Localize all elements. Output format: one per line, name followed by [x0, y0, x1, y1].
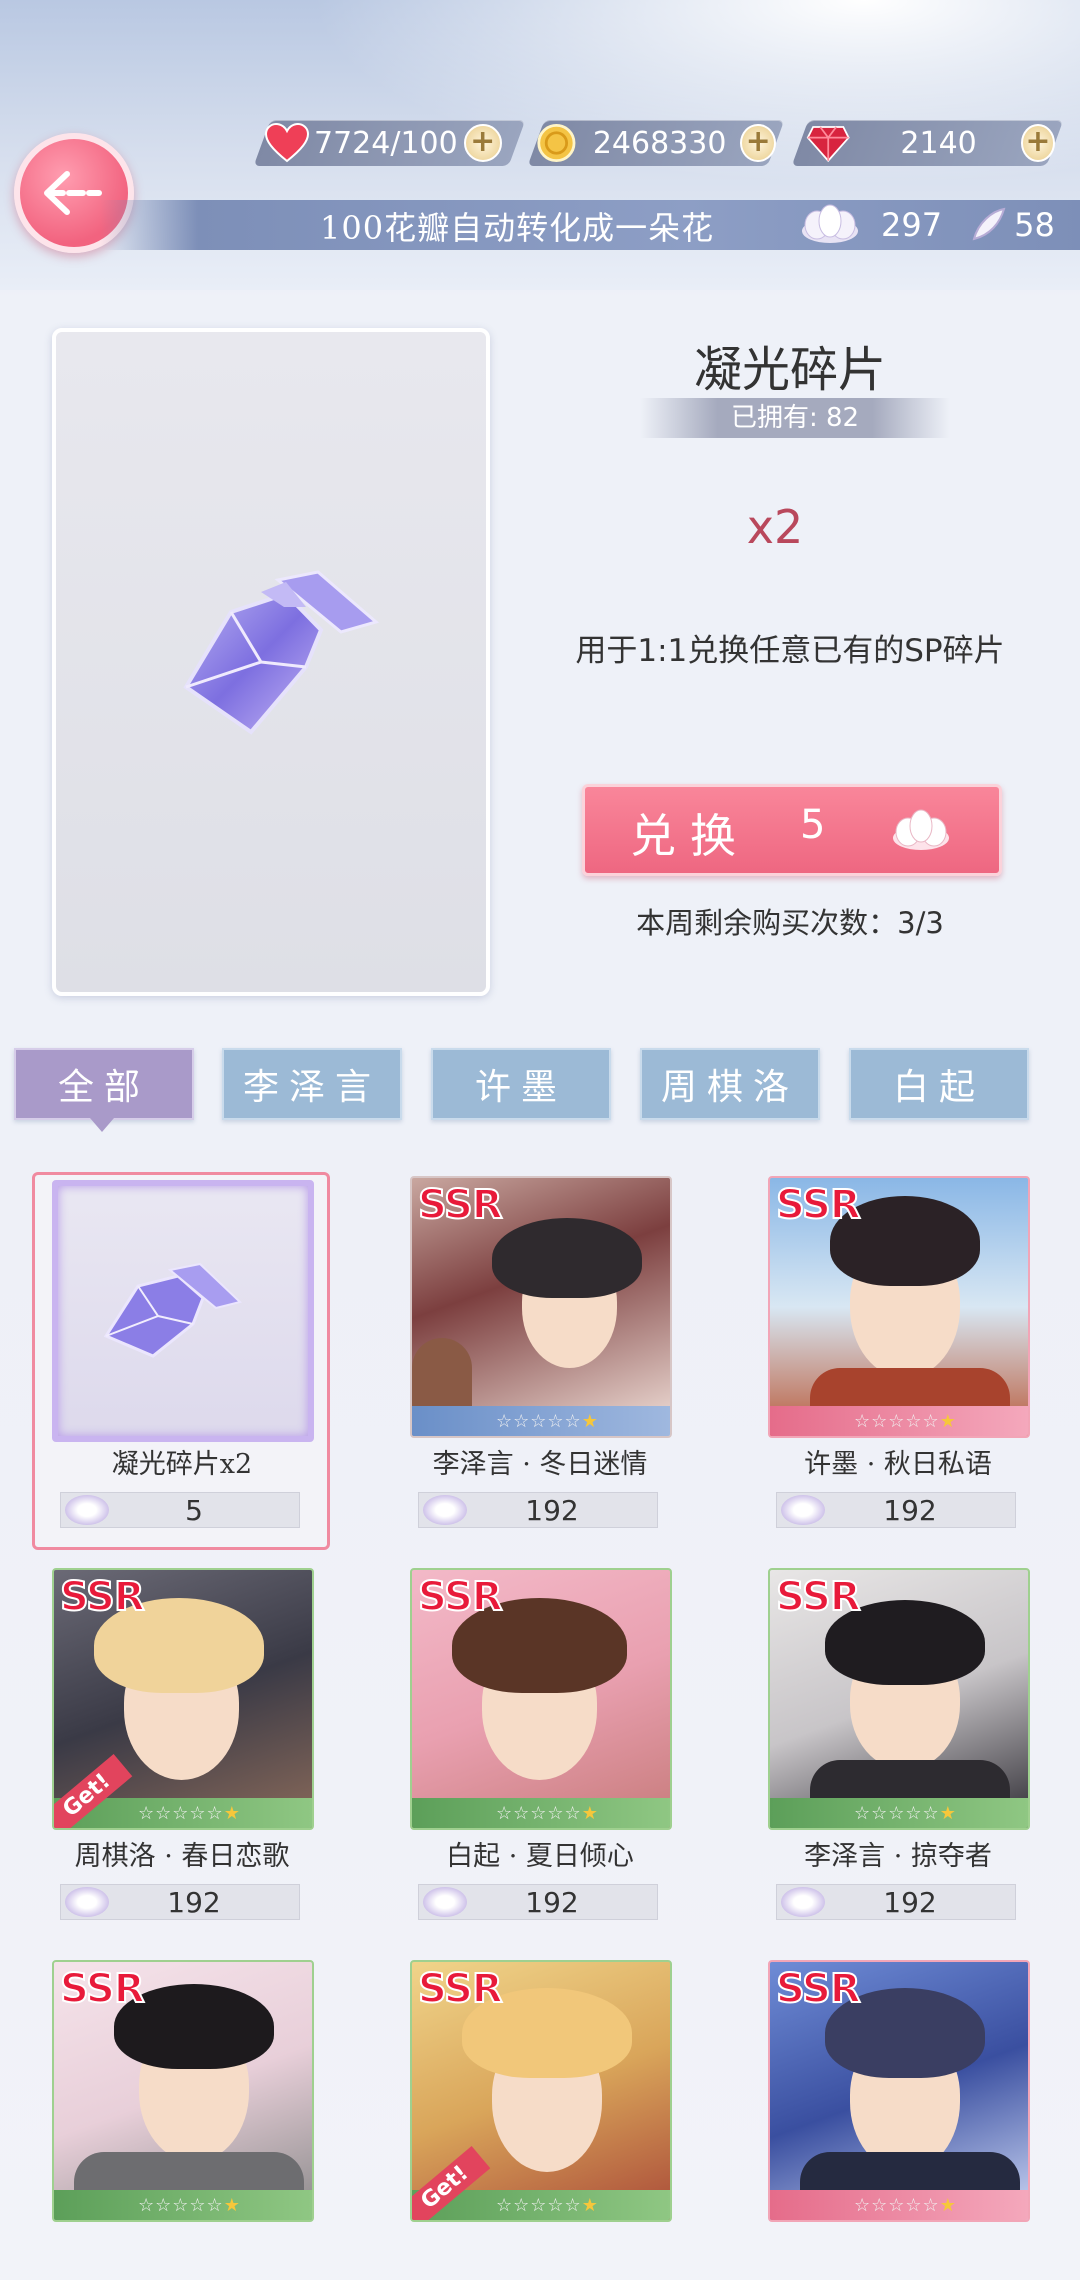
back-arrow-icon — [44, 171, 102, 215]
info-text: 100花瓣自动转化成一朵花 — [320, 209, 715, 247]
ssr-badge: SSR — [775, 1573, 862, 1621]
tab-li-zeyan[interactable]: 李泽言 — [222, 1048, 402, 1120]
flower-icon — [65, 1495, 109, 1525]
shop-item-name: 凝光碎片x2 — [111, 1449, 253, 1480]
heart-icon — [264, 123, 310, 163]
diamond-bar: 2140 + — [800, 118, 1055, 168]
shop-item-card[interactable]: SSR ☆☆☆☆☆★ Get! — [410, 1960, 672, 2222]
crystal-shard-icon — [183, 570, 380, 735]
star-rating: ☆☆☆☆☆★ — [854, 1803, 957, 1824]
price-value: 192 — [883, 1885, 937, 1919]
diamond-icon — [806, 126, 850, 163]
item-quantity: x2 — [746, 500, 804, 554]
ssr-badge: SSR — [417, 1965, 504, 2013]
diamond-value: 2140 — [900, 125, 977, 161]
flower-icon — [781, 1887, 825, 1917]
add-stamina-button[interactable]: + — [463, 124, 502, 162]
currency-counters: 297 58 — [795, 203, 1055, 247]
shop-item-price: 192 — [418, 1492, 658, 1528]
flower-count: 297 — [881, 206, 943, 244]
shop-item-name: 白起 · 夏日倾心 — [446, 1841, 634, 1872]
star-rating: ☆☆☆☆☆★ — [138, 2195, 241, 2216]
ssr-badge: SSR — [775, 1181, 862, 1229]
tab-label: 李泽言 — [242, 1067, 381, 1108]
tab-label: 全部 — [57, 1067, 150, 1108]
shop-item-price: 192 — [776, 1492, 1016, 1528]
weekly-limit: 本周剩余购买次数：3/3 — [636, 906, 944, 940]
flower-icon — [423, 1495, 467, 1525]
tab-label: 许墨 — [474, 1067, 567, 1108]
star-rating: ☆☆☆☆☆★ — [854, 2195, 957, 2216]
tab-all[interactable]: 全部 — [14, 1048, 194, 1120]
flower-icon — [423, 1887, 467, 1917]
shop-item-card[interactable]: SSR ☆☆☆☆☆★ — [768, 1960, 1030, 2222]
shop-item-name: 许墨 · 秋日私语 — [804, 1449, 992, 1480]
tab-label: 周棋洛 — [660, 1067, 799, 1108]
shop-item-price: 5 — [60, 1492, 300, 1528]
shop-item-card[interactable]: SSR ☆☆☆☆☆★ — [410, 1176, 672, 1438]
shop-item-price: 192 — [418, 1884, 658, 1920]
character-hair — [492, 1218, 642, 1298]
shop-item-name: 周棋洛 · 春日恋歌 — [74, 1841, 290, 1872]
shop-item-price: 192 — [776, 1884, 1016, 1920]
flower-icon — [65, 1887, 109, 1917]
price-value: 192 — [525, 1493, 579, 1527]
shop-item-name: 李泽言 · 掠夺者 — [804, 1841, 992, 1872]
ssr-badge: SSR — [417, 1573, 504, 1621]
tab-pointer — [90, 1118, 114, 1132]
exchange-label: 兑换 — [630, 809, 750, 863]
shop-item-card[interactable]: SSR ☆☆☆☆☆★ Get! — [52, 1568, 314, 1830]
shop-item-price: 192 — [60, 1884, 300, 1920]
price-value: 5 — [185, 1493, 203, 1527]
stamina-bar: 7724/100 + — [262, 118, 517, 168]
price-value: 192 — [883, 1493, 937, 1527]
flower-icon — [781, 1495, 825, 1525]
shop-item-card[interactable]: SSR ☆☆☆☆☆★ — [410, 1568, 672, 1830]
tab-bai-qi[interactable]: 白起 — [849, 1048, 1029, 1120]
tab-xu-mo[interactable]: 许墨 — [431, 1048, 611, 1120]
star-rating: ☆☆☆☆☆★ — [496, 2195, 599, 2216]
item-title: 凝光碎片 — [693, 342, 886, 398]
shop-item-card[interactable]: SSR ☆☆☆☆☆★ — [768, 1176, 1030, 1438]
star-rating: ☆☆☆☆☆★ — [496, 1803, 599, 1824]
ssr-badge: SSR — [59, 1573, 146, 1621]
shop-item-name: 李泽言 · 冬日迷情 — [432, 1449, 648, 1480]
item-preview-card — [52, 328, 490, 996]
flower-icon — [802, 204, 858, 243]
add-gold-button[interactable]: + — [740, 124, 776, 162]
tab-label: 白起 — [892, 1067, 985, 1108]
price-value: 192 — [167, 1885, 221, 1919]
ssr-badge: SSR — [59, 1965, 146, 2013]
tab-zhou-qiluo[interactable]: 周棋洛 — [640, 1048, 820, 1120]
gold-bar: 2468330 + — [536, 118, 776, 168]
petal-count: 58 — [1014, 206, 1055, 244]
item-description: 用于1:1兑换任意已有的SP碎片 — [575, 633, 1005, 669]
star-rating: ☆☆☆☆☆★ — [138, 1803, 241, 1824]
ssr-badge: SSR — [417, 1181, 504, 1229]
shop-item-card[interactable]: SSR ☆☆☆☆☆★ — [52, 1960, 314, 2222]
price-value: 192 — [525, 1885, 579, 1919]
shop-item-image — [52, 1180, 314, 1442]
owned-count: 已拥有: 82 — [640, 398, 950, 438]
add-diamond-button[interactable]: + — [1020, 124, 1055, 162]
gold-coin-icon — [537, 123, 576, 163]
star-rating: ☆☆☆☆☆★ — [854, 1411, 957, 1432]
stamina-value: 7724/100 — [314, 125, 458, 161]
shop-item-card[interactable]: SSR ☆☆☆☆☆★ — [768, 1568, 1030, 1830]
star-rating: ☆☆☆☆☆★ — [496, 1411, 599, 1432]
petal-icon — [972, 207, 1006, 241]
ssr-badge: SSR — [775, 1965, 862, 2013]
gold-value: 2468330 — [592, 125, 727, 161]
flower-icon — [893, 809, 949, 850]
crystal-shard-icon — [103, 1262, 243, 1358]
exchange-cost: 5 — [800, 802, 826, 848]
